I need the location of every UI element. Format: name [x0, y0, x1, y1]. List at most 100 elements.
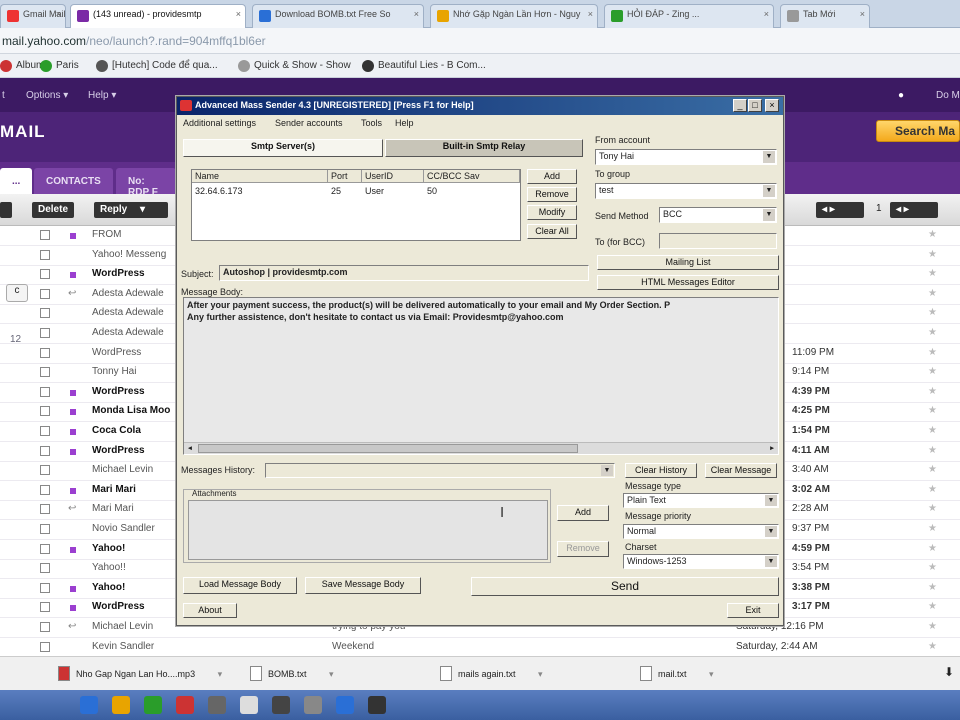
- charset-select[interactable]: Windows-1253 ▼: [623, 554, 779, 569]
- browser-tab[interactable]: Tab Mới ×: [780, 4, 870, 28]
- search-mail-button[interactable]: Search Ma: [876, 120, 960, 142]
- top-right-link[interactable]: Do M: [936, 90, 960, 101]
- send-method-select[interactable]: BCC ▼: [659, 207, 777, 223]
- star-icon[interactable]: ★: [928, 503, 937, 514]
- row-checkbox[interactable]: [40, 524, 50, 534]
- download-arrow-icon[interactable]: ⬇: [944, 665, 954, 679]
- row-checkbox[interactable]: [40, 504, 50, 515]
- bookmark-item[interactable]: Album: [0, 58, 44, 74]
- close-icon[interactable]: ×: [860, 9, 865, 19]
- load-body-button[interactable]: Load Message Body: [183, 577, 297, 594]
- row-checkbox[interactable]: [40, 465, 50, 476]
- chevron-down-icon[interactable]: ▾: [538, 669, 543, 679]
- browser-tab[interactable]: (143 unread) - providesmtp ×: [70, 4, 246, 28]
- to-group-select[interactable]: test ▼: [595, 183, 777, 199]
- chevron-down-icon[interactable]: ▾: [140, 204, 145, 215]
- star-icon[interactable]: ★: [928, 562, 937, 573]
- attachment-add-button[interactable]: Add: [557, 505, 609, 521]
- download-item[interactable]: Nho Gap Ngan Lan Ho....mp3 ▾: [38, 665, 222, 683]
- tab-inbox[interactable]: ...: [0, 168, 32, 194]
- col-port[interactable]: Port: [328, 170, 362, 183]
- row-checkbox[interactable]: [40, 406, 50, 417]
- row-checkbox[interactable]: [40, 328, 50, 338]
- tab-builtin-relay[interactable]: Built-in Smtp Relay: [385, 139, 583, 157]
- history-select[interactable]: ▼: [265, 463, 615, 478]
- star-icon[interactable]: ★: [928, 641, 937, 652]
- row-checkbox[interactable]: [40, 622, 50, 632]
- tab-contacts[interactable]: CONTACTS: [34, 168, 113, 194]
- star-icon[interactable]: ★: [928, 405, 937, 416]
- row-checkbox[interactable]: [40, 249, 50, 260]
- star-icon[interactable]: ★: [928, 621, 937, 632]
- row-checkbox[interactable]: [40, 308, 50, 319]
- download-item[interactable]: mail.txt ▾: [620, 665, 714, 683]
- minimize-button[interactable]: _: [733, 99, 747, 112]
- message-type-select[interactable]: Plain Text ▼: [623, 493, 779, 508]
- maximize-button[interactable]: □: [748, 99, 762, 112]
- attachments-list[interactable]: [188, 500, 548, 560]
- row-checkbox[interactable]: [40, 641, 50, 652]
- taskbar-app-icon[interactable]: [304, 696, 322, 714]
- clear-history-button[interactable]: Clear History: [625, 463, 697, 478]
- star-icon[interactable]: ★: [928, 425, 937, 436]
- star-icon[interactable]: ★: [928, 445, 937, 456]
- star-icon[interactable]: ★: [928, 386, 937, 397]
- bookmark-item[interactable]: [Hutech] Code để qua...: [96, 58, 218, 74]
- bookmark-item[interactable]: Beautiful Lies - B Com...: [362, 58, 486, 74]
- message-row[interactable]: Kevin Sandler Weekend Saturday, 2:44 AM ★: [0, 638, 960, 658]
- browser-tab[interactable]: HỎI ĐÁP - Zing ... ×: [604, 4, 774, 28]
- browser-tab[interactable]: Nhớ Gặp Ngàn Lần Hơn - Nguy ×: [430, 4, 598, 28]
- close-icon[interactable]: ×: [236, 9, 241, 19]
- star-icon[interactable]: ★: [928, 229, 937, 240]
- message-priority-select[interactable]: Normal ▼: [623, 524, 779, 539]
- close-icon[interactable]: ×: [588, 9, 593, 19]
- taskbar-app-icon[interactable]: [208, 696, 226, 714]
- bookmark-item[interactable]: Paris: [40, 58, 79, 74]
- smtp-clear-all-button[interactable]: Clear All: [527, 224, 577, 239]
- taskbar-app-icon[interactable]: [176, 696, 194, 714]
- clear-message-button[interactable]: Clear Message: [705, 463, 777, 478]
- chevron-down-icon[interactable]: ▾: [329, 669, 334, 679]
- address-bar[interactable]: mail.yahoo.com/neo/launch?.rand=904mffq1…: [0, 28, 960, 54]
- taskbar-app-icon[interactable]: [112, 696, 130, 714]
- close-icon[interactable]: ×: [414, 9, 419, 19]
- send-button[interactable]: Send: [471, 577, 779, 596]
- row-checkbox[interactable]: [40, 386, 50, 397]
- close-icon[interactable]: ×: [56, 9, 61, 19]
- star-icon[interactable]: ★: [928, 543, 937, 554]
- star-icon[interactable]: ★: [928, 307, 937, 318]
- close-button[interactable]: ×: [765, 99, 779, 112]
- horizontal-scrollbar[interactable]: ◂ ▸: [184, 442, 778, 454]
- tab-rdp[interactable]: No: RDP F: [116, 168, 176, 198]
- user-icon[interactable]: ●: [898, 90, 904, 101]
- taskbar-app-icon[interactable]: [240, 696, 258, 714]
- star-icon[interactable]: ★: [928, 601, 937, 612]
- star-icon[interactable]: ★: [928, 249, 937, 260]
- attachment-remove-button[interactable]: Remove: [557, 541, 609, 557]
- menu-tools[interactable]: Tools: [361, 118, 382, 128]
- row-checkbox[interactable]: [40, 445, 50, 456]
- message-body-textarea[interactable]: After your payment success, the product(…: [183, 297, 779, 455]
- row-checkbox[interactable]: [40, 230, 50, 240]
- tab-smtp-servers[interactable]: Smtp Server(s): [183, 139, 383, 157]
- from-account-select[interactable]: Tony Hai ▼: [595, 149, 777, 165]
- smtp-remove-button[interactable]: Remove: [527, 187, 577, 202]
- save-body-button[interactable]: Save Message Body: [305, 577, 421, 594]
- scroll-right-icon[interactable]: ▸: [766, 443, 778, 454]
- taskbar-app-icon[interactable]: [144, 696, 162, 714]
- star-icon[interactable]: ★: [928, 347, 937, 358]
- download-item[interactable]: BOMB.txt ▾: [230, 665, 334, 683]
- chevron-down-icon[interactable]: ▾: [218, 669, 223, 679]
- smtp-server-grid[interactable]: Name Port UserID CC/BCC Sav 32.64.6.173 …: [191, 169, 521, 241]
- toolbar-left-button[interactable]: [0, 202, 12, 218]
- scroll-thumb[interactable]: [198, 444, 578, 453]
- taskbar-app-icon[interactable]: [80, 696, 98, 714]
- menu-sender-accounts[interactable]: Sender accounts: [275, 118, 343, 128]
- delete-button[interactable]: Delete: [32, 202, 75, 218]
- row-checkbox[interactable]: [40, 288, 50, 299]
- scroll-left-icon[interactable]: ◂: [184, 443, 196, 454]
- download-item[interactable]: mails again.txt ▾: [420, 665, 543, 683]
- row-checkbox[interactable]: [40, 484, 50, 495]
- browser-tab[interactable]: Download BOMB.txt Free So ×: [252, 4, 424, 28]
- star-icon[interactable]: ★: [928, 268, 937, 279]
